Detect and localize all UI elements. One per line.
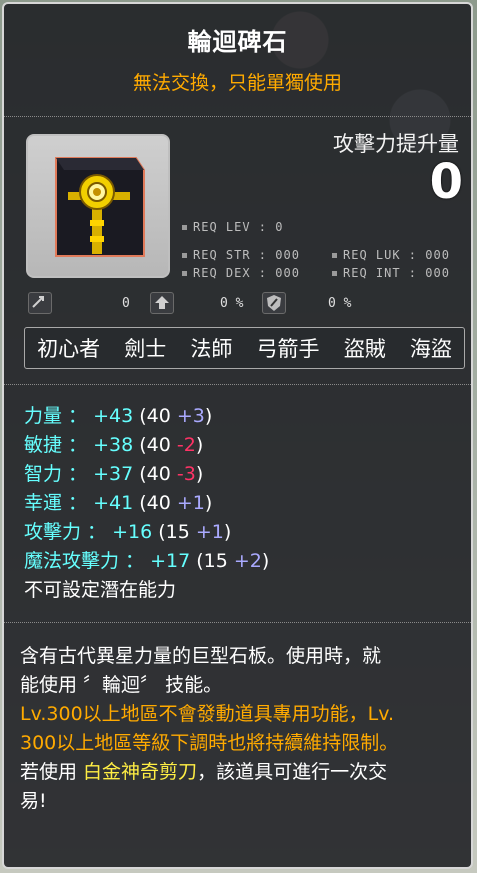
item-name: 輪迴碑石 bbox=[187, 28, 288, 56]
item-tooltip: 輪迴碑石 無法交換，只能單獨使用 攻擊力提升量 0 REQ LEV : 0 RE… bbox=[2, 2, 473, 869]
job-magician: 法師 bbox=[190, 337, 233, 361]
job-pirate: 海盜 bbox=[409, 337, 452, 361]
transfer-value: 0 bbox=[122, 296, 130, 311]
stat-row-str: 力量 ： +43 (40 +3) bbox=[24, 405, 213, 427]
item-description: 含有古代異星力量的巨型石板。使用時，就 能使用 〞輪迴〞 技能。 Lv.300以… bbox=[20, 642, 457, 816]
desc-line: 能使用 〞輪迴〞 技能。 bbox=[20, 674, 223, 696]
stat-list: 力量 ： +43 (40 +3) 敏捷 ： +38 (40 -2) 智力 ： +… bbox=[24, 402, 269, 605]
stat-row-dex: 敏捷 ： +38 (40 -2) bbox=[24, 434, 204, 456]
req-level: REQ LEV : 0 bbox=[182, 220, 283, 234]
req-int: REQ INT : 000 bbox=[332, 266, 450, 280]
req-dex: REQ DEX : 000 bbox=[182, 266, 300, 280]
upgrade-icon bbox=[150, 292, 174, 314]
stat-row-int: 智力 ： +37 (40 -3) bbox=[24, 463, 204, 485]
job-thief: 盜賊 bbox=[343, 337, 386, 361]
stat-row-luk: 幸運 ： +41 (40 +1) bbox=[24, 492, 213, 514]
item-icon-frame bbox=[26, 134, 170, 278]
shield-value: 0 % bbox=[328, 296, 352, 311]
job-beginner: 初心者 bbox=[37, 337, 101, 361]
shield-icon bbox=[262, 292, 286, 314]
job-bowman: 弓箭手 bbox=[256, 337, 320, 361]
desc-line: 含有古代異星力量的巨型石板。使用時，就 bbox=[20, 645, 382, 667]
upgrade-value: 0 % bbox=[220, 296, 244, 311]
divider bbox=[4, 384, 471, 386]
potential-note: 不可設定潛在能力 bbox=[24, 579, 177, 601]
divider bbox=[4, 622, 471, 624]
stat-row-magic-attack: 魔法攻擊力 ： +17 (15 +2) bbox=[24, 550, 270, 572]
stat-row-attack: 攻擊力 ： +16 (15 +1) bbox=[24, 521, 232, 543]
samsara-stone-icon bbox=[55, 157, 145, 257]
attack-increase-value: 0 bbox=[429, 154, 463, 210]
desc-line: 若使用 白金神奇剪刀，該道具可進行一次交 bbox=[20, 761, 388, 783]
desc-restriction-line: 300以上地區等級下調時也將持續維持限制。 bbox=[20, 732, 399, 754]
job-list: 初心者 劍士 法師 弓箭手 盜賊 海盜 bbox=[24, 327, 465, 369]
req-luk: REQ LUK : 000 bbox=[332, 248, 450, 262]
transfer-icon bbox=[28, 292, 52, 314]
platinum-scissors-highlight: 白金神奇剪刀 bbox=[83, 761, 198, 783]
divider bbox=[4, 116, 471, 118]
trade-restriction: 無法交換，只能單獨使用 bbox=[132, 72, 342, 94]
desc-line: 易! bbox=[20, 790, 47, 812]
req-str: REQ STR : 000 bbox=[182, 248, 300, 262]
job-warrior: 劍士 bbox=[124, 337, 167, 361]
enhance-stats-row: 0 0 % 0 % bbox=[28, 292, 471, 318]
desc-restriction-line: Lv.300以上地區不會發動道具專用功能，Lv. bbox=[20, 703, 395, 725]
